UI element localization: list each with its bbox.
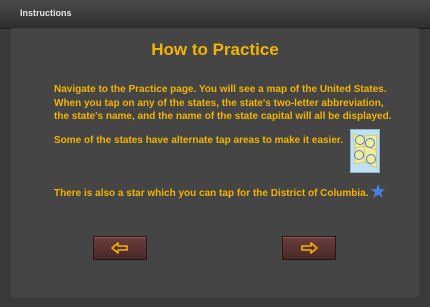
map-icon bbox=[350, 129, 380, 173]
top-bar-title: Instructions bbox=[20, 8, 72, 18]
instruction-paragraph-1: Navigate to the Practice page. You will … bbox=[54, 84, 392, 122]
arrow-right-icon bbox=[301, 242, 318, 254]
instruction-paragraph-2: Some of the states have alternate tap ar… bbox=[54, 135, 344, 146]
arrow-left-icon bbox=[111, 242, 128, 254]
top-bar: Instructions bbox=[0, 0, 430, 29]
star-icon bbox=[370, 183, 386, 199]
page-title: How to Practice bbox=[151, 40, 279, 59]
next-button[interactable] bbox=[282, 236, 336, 260]
back-button[interactable] bbox=[93, 236, 147, 260]
instruction-paragraph-3: There is also a star which you can tap f… bbox=[54, 188, 369, 199]
